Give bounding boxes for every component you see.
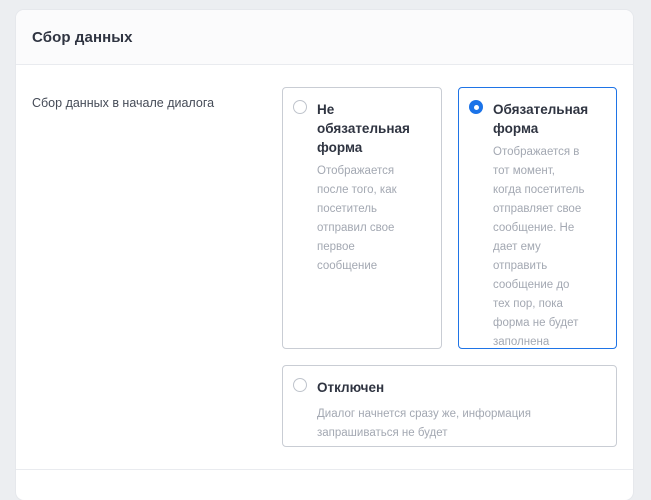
option-description: Отображается в тот момент, когда посетит… xyxy=(493,146,585,348)
option-description: Отображается после того, как посетитель … xyxy=(317,165,397,272)
radio-button[interactable] xyxy=(293,100,307,114)
divider xyxy=(16,469,633,470)
option-description: Диалог начнется сразу же, информация зап… xyxy=(317,408,531,439)
option-title: Не обязательная форма xyxy=(317,102,410,155)
option-title: Отключен xyxy=(317,380,385,395)
option-disabled[interactable]: Отключен Диалог начнется сразу же, инфор… xyxy=(282,365,617,447)
option-optional-form[interactable]: Не обязательная форма Отображается после… xyxy=(282,87,442,349)
option-title: Обязательная форма xyxy=(493,102,589,136)
section-title: Сбор данных xyxy=(32,28,133,46)
radio-button[interactable] xyxy=(293,378,307,392)
data-collection-card: Сбор данных Сбор данных в начале диалога… xyxy=(16,10,633,500)
card-header: Сбор данных xyxy=(16,10,633,65)
field-label: Сбор данных в начале диалога xyxy=(32,96,215,110)
radio-button-checked[interactable] xyxy=(469,100,483,114)
option-required-form[interactable]: Обязательная форма Отображается в тот мо… xyxy=(458,87,617,349)
